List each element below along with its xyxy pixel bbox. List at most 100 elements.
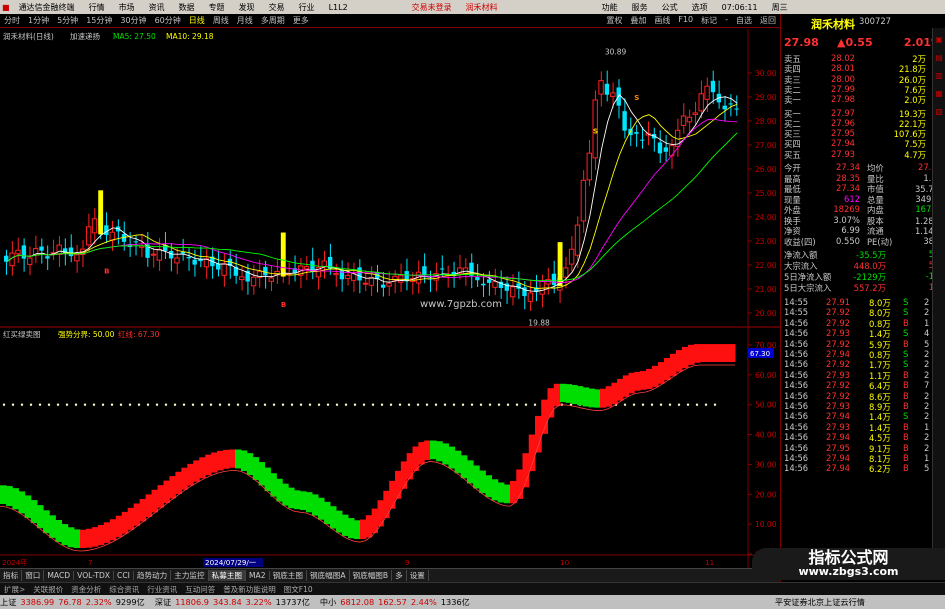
menu-quotes[interactable]: 行情 bbox=[82, 2, 112, 13]
status-bar: 上证 3386.99 76.78 2.32% 9299亿 深证 11806.9 343.84 3… bbox=[0, 595, 945, 609]
stat-value: 27.34 bbox=[836, 183, 860, 193]
candle-body bbox=[680, 115, 687, 126]
candle-body bbox=[698, 93, 704, 112]
bottom-tab-4[interactable]: 行业资讯 bbox=[143, 584, 181, 595]
status-item-3: 2.32% bbox=[85, 597, 112, 607]
status-item-2: 76.78 bbox=[58, 597, 82, 607]
menu-market[interactable]: 市场 bbox=[112, 2, 142, 13]
stat-row-0: 今开 27.34 均价 27.98 bbox=[781, 162, 945, 173]
sidebar-news-icon[interactable]: ▥ bbox=[933, 70, 945, 82]
chart-svg[interactable]: 30.00 29.00 28.00 27.00 26.00 25.00 24.00 23.00… bbox=[0, 29, 780, 568]
tick-row-7: 14:56 27.93 1.1万 B 2 bbox=[781, 370, 945, 381]
bid-price: 27.94 bbox=[831, 138, 855, 149]
tick-volume: 6.2万 bbox=[869, 464, 891, 475]
chart-tool-3[interactable]: F10 bbox=[674, 15, 697, 26]
indicator-tab-1[interactable]: 窗口 bbox=[22, 570, 45, 581]
ask-price: 28.02 bbox=[831, 53, 855, 63]
period-2[interactable]: 5分钟 bbox=[53, 15, 82, 26]
menu-industry[interactable]: 行业 bbox=[292, 2, 322, 13]
indicator-tab-13[interactable]: 设置 bbox=[407, 570, 429, 581]
chart-tool-4[interactable]: 标记 bbox=[697, 15, 721, 26]
candle-body bbox=[640, 139, 645, 141]
status-item-14: 1336亿 bbox=[440, 597, 470, 607]
period-7[interactable]: 周线 bbox=[209, 15, 233, 26]
sidebar-chart-icon[interactable]: ▤ bbox=[933, 52, 945, 64]
chart-tool-5[interactable]: - bbox=[721, 15, 732, 26]
tick-row-2: 14:56 27.92 0.8万 B 1 bbox=[781, 318, 945, 329]
menu-topic[interactable]: 专题 bbox=[202, 2, 232, 13]
menu-trade[interactable]: 交易 bbox=[262, 2, 292, 13]
indicator-tab-8[interactable]: MA2 bbox=[246, 571, 270, 580]
tick-row-12: 14:56 27.93 1.4万 B 1 bbox=[781, 422, 945, 433]
bottom-tab-6[interactable]: 普及新功能说明 bbox=[219, 584, 280, 595]
chart-area[interactable]: 30.00 29.00 28.00 27.00 26.00 25.00 24.00 23.00… bbox=[0, 29, 780, 568]
period-4[interactable]: 30分钟 bbox=[116, 15, 150, 26]
highlight-candle bbox=[280, 232, 286, 277]
bottom-tab-2[interactable]: 资金分析 bbox=[67, 584, 105, 595]
main-watermark: www.7gpzb.com bbox=[420, 299, 502, 310]
candle-body bbox=[68, 247, 74, 257]
main-y-tick: 25.00 bbox=[755, 189, 777, 198]
status-item-12: 162.57 bbox=[378, 597, 407, 607]
indicator-tab-11[interactable]: 钢底幅图B bbox=[350, 570, 393, 581]
period-1[interactable]: 1分钟 bbox=[24, 15, 53, 26]
sidebar-order-icon[interactable]: ▧ bbox=[933, 106, 945, 118]
tick-side: B bbox=[903, 380, 909, 391]
stat-row-2: 最低 27.34 市值 35.7亿 bbox=[781, 183, 945, 194]
signal-marker: B bbox=[104, 267, 109, 275]
menu-discover[interactable]: 发现 bbox=[232, 2, 262, 13]
menu-function[interactable]: 功能 bbox=[595, 2, 625, 13]
indicator-tab-2[interactable]: MACD bbox=[44, 571, 75, 580]
chart-tool-2[interactable]: 画线 bbox=[650, 15, 674, 26]
period-5[interactable]: 60分钟 bbox=[151, 15, 185, 26]
indicator-tab-6[interactable]: 主力监控 bbox=[171, 570, 209, 581]
status-item-1: 3386.99 bbox=[20, 597, 55, 607]
ask-label: 卖一 bbox=[784, 95, 801, 106]
indicator-tab-12[interactable]: 多 bbox=[392, 570, 407, 581]
indicator-toolbar: 指标 窗口 MACD VOL-TDX CCI 趋势动力 主力监控 私募主图 MA2 钢底主图 钢底幅… bbox=[0, 568, 780, 582]
indicator-tab-3[interactable]: VOL-TDX bbox=[74, 571, 115, 580]
bottom-tab-0[interactable]: 扩展> bbox=[0, 584, 29, 595]
bottom-tab-7[interactable]: 图文F10 bbox=[280, 584, 317, 595]
indicator-tab-9[interactable]: 钢底主图 bbox=[270, 570, 307, 581]
stat-value: 18269 bbox=[833, 204, 860, 214]
period-6[interactable]: 日线 bbox=[185, 15, 209, 26]
menu-data[interactable]: 数据 bbox=[172, 2, 202, 13]
candle-body bbox=[728, 103, 733, 105]
bottom-tab-5[interactable]: 互动问答 bbox=[181, 584, 219, 595]
bid-price: 27.97 bbox=[831, 107, 855, 118]
sidebar-f10-icon[interactable]: ▦ bbox=[933, 88, 945, 100]
tick-side: B bbox=[903, 390, 909, 401]
period-3[interactable]: 15分钟 bbox=[82, 15, 116, 26]
indicator-tab-4[interactable]: CCI bbox=[114, 571, 134, 580]
sidebar-quote-icon[interactable]: ▣ bbox=[933, 34, 945, 46]
main-y-tick: 27.00 bbox=[755, 141, 777, 150]
stat-row-6: 净资 6.99 流通 1.14亿 bbox=[781, 225, 945, 236]
chart-tool-7[interactable]: 返回 bbox=[756, 15, 780, 26]
indicator-tab-0[interactable]: 指标 bbox=[0, 570, 23, 581]
bottom-tab-3[interactable]: 综合资讯 bbox=[105, 584, 143, 595]
chart-tool-6[interactable]: 自选 bbox=[732, 15, 756, 26]
tick-price: 27.93 bbox=[826, 328, 850, 339]
chart-tool-0[interactable]: 置权 bbox=[602, 15, 626, 26]
signal-marker: S bbox=[593, 128, 598, 136]
menu-info[interactable]: 资讯 bbox=[142, 2, 172, 13]
menu-service[interactable]: 服务 bbox=[625, 2, 655, 13]
trade-login-status[interactable]: 交易未登录 bbox=[405, 2, 459, 13]
flow-label: 5日大宗流入 bbox=[784, 283, 832, 293]
period-0[interactable]: 分时 bbox=[0, 15, 24, 26]
indicator-tab-10[interactable]: 钢底幅图A bbox=[307, 570, 350, 581]
period-10[interactable]: 更多 bbox=[289, 15, 313, 26]
menu-l1l2[interactable]: L1L2 bbox=[322, 3, 355, 12]
candle-body bbox=[156, 248, 163, 261]
menu-formula[interactable]: 公式 bbox=[655, 2, 685, 13]
menu-options[interactable]: 选项 bbox=[685, 2, 715, 13]
period-8[interactable]: 月线 bbox=[233, 15, 257, 26]
flow-row-0: 净流入额-35.5万5% bbox=[781, 249, 945, 260]
bottom-tab-1[interactable]: 关联报价 bbox=[29, 584, 67, 595]
stat-row-4: 外盘 18269 内盘 16707 bbox=[781, 204, 945, 215]
indicator-tab-7[interactable]: 私募主图 bbox=[208, 570, 246, 581]
indicator-tab-5[interactable]: 趋势动力 bbox=[134, 570, 172, 581]
period-9[interactable]: 多周期 bbox=[257, 15, 289, 26]
chart-tool-1[interactable]: 叠加 bbox=[626, 15, 650, 26]
